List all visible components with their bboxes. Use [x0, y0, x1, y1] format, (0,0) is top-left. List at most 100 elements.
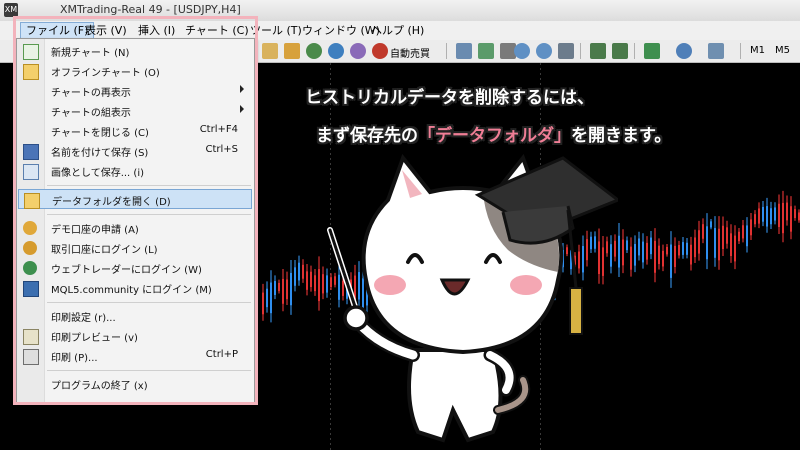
- menu-item-reopen-chart[interactable]: チャートの再表示: [18, 81, 252, 101]
- candle-body: [778, 203, 780, 227]
- menu-item-print[interactable]: 印刷 (P)... Ctrl+P: [18, 346, 252, 366]
- mql5-icon: [23, 281, 39, 297]
- menu-item-open-data-folder[interactable]: データフォルダを開く (D): [18, 189, 252, 209]
- timeframe-m1[interactable]: M1: [750, 45, 765, 56]
- zoom-out-icon[interactable]: [536, 43, 552, 59]
- toolbar-icon-d[interactable]: [328, 43, 344, 59]
- menu-item-profiles[interactable]: チャートの組表示: [18, 101, 252, 121]
- candle-chart-icon[interactable]: [478, 43, 494, 59]
- tile-windows-icon[interactable]: [558, 43, 574, 59]
- timeframe-m5[interactable]: M5: [775, 45, 790, 56]
- candle-body: [742, 225, 744, 239]
- candle-body: [282, 278, 284, 304]
- candle-body: [622, 239, 624, 266]
- menu-item-save-as-picture[interactable]: 画像として保存... (i): [18, 161, 252, 181]
- autotrade-button[interactable]: 自動売買: [390, 45, 430, 60]
- candle-body: [294, 267, 296, 286]
- candle-body: [666, 246, 668, 255]
- menu-item-exit[interactable]: プログラムの終了 (x): [18, 374, 252, 394]
- window-title: XMTrading-Real 49 - [USDJPY,H4]: [60, 3, 241, 16]
- demo-account-icon: [23, 221, 37, 235]
- candle-body: [674, 245, 676, 267]
- menu-item-login-mql5[interactable]: MQL5.community にログイン (M): [18, 278, 252, 298]
- candle-body: [646, 242, 648, 260]
- menu-item-close-chart[interactable]: チャートを閉じる (C) Ctrl+F4: [18, 121, 252, 141]
- toolbar-icon-c[interactable]: [306, 43, 322, 59]
- candle-body: [722, 225, 724, 250]
- caption-line-2: まず保存先の「データフォルダ」を開きます。: [316, 121, 671, 146]
- candle-body: [734, 235, 736, 262]
- candle-body: [766, 206, 768, 227]
- candle-body: [274, 281, 276, 295]
- candle-body: [754, 214, 756, 225]
- periods-icon[interactable]: [676, 43, 692, 59]
- candle-body: [670, 244, 672, 278]
- toolbar-separator-3: [634, 43, 635, 59]
- candle-body: [650, 237, 652, 255]
- candle-body: [726, 227, 728, 244]
- menu-item-login-trade-account[interactable]: 取引口座にログイン (L): [18, 238, 252, 258]
- menu-separator: [47, 302, 251, 303]
- app-icon: XM: [4, 3, 18, 17]
- autotrade-icon[interactable]: [372, 43, 388, 59]
- candle-body: [266, 288, 268, 308]
- caption-highlight: 「データフォルダ」: [418, 126, 571, 146]
- candle-body: [710, 221, 712, 228]
- toolbar-separator: [446, 43, 447, 59]
- candle-body: [310, 271, 312, 287]
- candle-body: [690, 244, 692, 265]
- login-icon: [23, 241, 37, 255]
- menu-item-new-chart[interactable]: 新規チャート (N): [18, 41, 252, 61]
- caption-prefix: まず保存先の: [316, 126, 418, 146]
- templates-icon[interactable]: [708, 43, 724, 59]
- candle-body: [750, 219, 752, 236]
- caption-suffix: を開きます。: [571, 126, 672, 146]
- bar-chart-icon[interactable]: [456, 43, 472, 59]
- candle-body: [730, 233, 732, 257]
- cat-mascot-illustration: [327, 153, 618, 443]
- menu-separator: [47, 370, 251, 371]
- candle-body: [314, 275, 316, 292]
- candle-body: [738, 231, 740, 242]
- menu-view[interactable]: 表示 (V): [80, 23, 132, 38]
- menu-item-print-preview[interactable]: 印刷プレビュー (v): [18, 326, 252, 346]
- candle-body: [786, 202, 788, 221]
- print-preview-icon: [23, 329, 39, 345]
- candle-body: [714, 228, 716, 258]
- web-trader-icon: [23, 261, 37, 275]
- candle-body: [682, 242, 684, 255]
- menu-item-save-as[interactable]: 名前を付けて保存 (S) Ctrl+S: [18, 141, 252, 161]
- candle-body: [694, 237, 696, 258]
- candle-body: [706, 226, 708, 260]
- chart-shift-icon[interactable]: [612, 43, 628, 59]
- candle-body: [630, 246, 632, 270]
- candle-body: [306, 271, 308, 290]
- screenshot-stage: XM XMTrading-Real 49 - [USDJPY,H4] ファイル …: [0, 0, 800, 450]
- save-icon: [23, 144, 39, 160]
- candle-body: [770, 208, 772, 225]
- print-icon: [23, 349, 39, 365]
- menu-item-login-web-trader[interactable]: ウェブトレーダーにログイン (W): [18, 258, 252, 278]
- caption-line-1: ヒストリカルデータを削除するには、: [305, 88, 594, 108]
- autoscroll-icon[interactable]: [590, 43, 606, 59]
- menu-item-open-demo-account[interactable]: デモ口座の申請 (A): [18, 218, 252, 238]
- folder-icon: [24, 193, 40, 209]
- candle-body: [790, 206, 792, 232]
- submenu-arrow-icon: [240, 85, 244, 93]
- menu-help[interactable]: ヘルプ (H): [366, 23, 429, 38]
- candle-body: [286, 279, 288, 300]
- menu-item-print-setup[interactable]: 印刷設定 (r)...: [18, 306, 252, 326]
- toolbar-icon-a[interactable]: [262, 43, 278, 59]
- submenu-arrow-icon: [240, 105, 244, 113]
- candle-body: [686, 242, 688, 255]
- toolbar-icon-b[interactable]: [284, 43, 300, 59]
- menu-item-offline-chart[interactable]: オフラインチャート (O): [18, 61, 252, 81]
- indicators-icon[interactable]: [644, 43, 660, 59]
- candle-body: [794, 209, 796, 219]
- toolbar-icon-e[interactable]: [350, 43, 366, 59]
- candle-body: [698, 230, 700, 254]
- candle-body: [782, 202, 784, 234]
- zoom-in-icon[interactable]: [514, 43, 530, 59]
- menu-chart[interactable]: チャート (C): [180, 23, 254, 38]
- menu-insert[interactable]: 挿入 (I): [133, 23, 180, 38]
